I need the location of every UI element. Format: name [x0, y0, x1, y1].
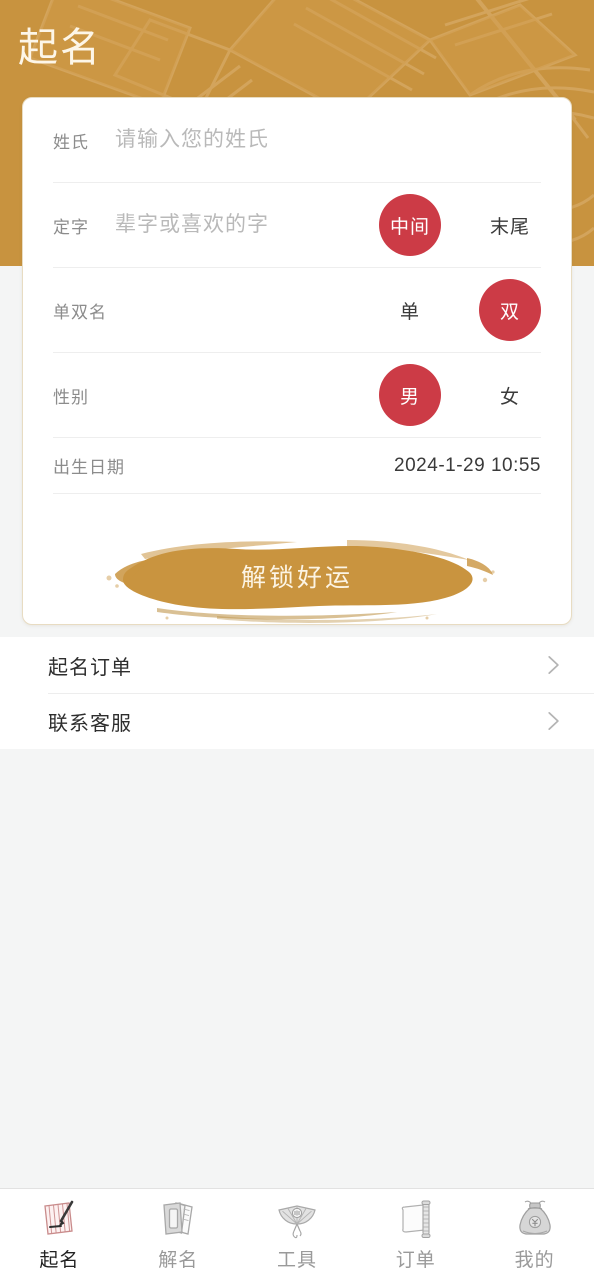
nav-label: 我的: [514, 1250, 555, 1271]
option-middle[interactable]: 中间: [379, 194, 441, 256]
birth-date-value[interactable]: 2024-1-29 10:55: [394, 455, 541, 477]
nav-label: 工具: [276, 1250, 317, 1271]
surname-input[interactable]: [115, 128, 541, 152]
gender-options: 男 女: [379, 364, 541, 426]
name-length-options: 单 双: [379, 279, 541, 341]
folding-fan-icon: [278, 1205, 316, 1239]
fixed-character-input[interactable]: [115, 213, 379, 237]
form-row-surname: 姓氏: [53, 98, 541, 183]
cta-container: 解锁好运: [23, 528, 571, 624]
form-row-fixed-character: 定字 中间 末尾: [53, 183, 541, 268]
nav-item-profile[interactable]: 我的: [475, 1189, 594, 1280]
option-double-character[interactable]: 双: [479, 279, 541, 341]
scroll-brush-icon: [44, 1200, 74, 1235]
menu-item-contact-support[interactable]: 联系客服: [0, 693, 594, 749]
nav-item-name-analysis[interactable]: 解名: [119, 1189, 238, 1280]
surname-label: 姓氏: [53, 132, 89, 152]
fixed-character-position-options: 中间 末尾: [379, 194, 541, 256]
paper-scroll-icon: [401, 1200, 431, 1238]
page-title: 起名: [18, 26, 102, 70]
menu-item-label: 联系客服: [48, 712, 132, 735]
gender-label: 性别: [53, 387, 89, 407]
bottom-navigation-bar: 起名 解名 工具 订单 我的: [0, 1188, 594, 1280]
option-male[interactable]: 男: [379, 364, 441, 426]
form-row-name-length: 单双名 单 双: [53, 268, 541, 353]
birth-date-label: 出生日期: [53, 458, 125, 477]
naming-form-card: 姓氏 定字 中间 末尾 单双名 单 双 性别 男 女 出生日期 2024-1-2…: [22, 97, 572, 625]
option-single-character[interactable]: 单: [379, 279, 441, 341]
nav-item-naming[interactable]: 起名: [0, 1189, 119, 1280]
form-row-gender: 性别 男 女: [53, 353, 541, 438]
books-icon: [163, 1202, 193, 1235]
nav-label: 订单: [395, 1250, 436, 1271]
nav-label: 解名: [158, 1250, 199, 1271]
option-female[interactable]: 女: [479, 364, 541, 426]
menu-item-label: 起名订单: [48, 656, 132, 679]
chevron-right-icon: [548, 656, 559, 674]
nav-label: 起名: [39, 1250, 80, 1271]
option-end[interactable]: 末尾: [479, 194, 541, 256]
name-length-label: 单双名: [53, 302, 107, 322]
form-row-birth-date[interactable]: 出生日期 2024-1-29 10:55: [53, 438, 541, 494]
chevron-right-icon: [548, 712, 559, 730]
unlock-luck-button[interactable]: 解锁好运: [97, 528, 497, 624]
nav-item-orders[interactable]: 订单: [356, 1189, 475, 1280]
unlock-luck-label: 解锁好运: [240, 564, 353, 592]
menu-item-naming-orders[interactable]: 起名订单: [0, 637, 594, 693]
money-bag-icon: [518, 1200, 551, 1235]
nav-item-tools[interactable]: 工具: [238, 1189, 357, 1280]
fixed-character-label: 定字: [53, 217, 89, 237]
menu-list: 起名订单 联系客服: [0, 637, 594, 749]
